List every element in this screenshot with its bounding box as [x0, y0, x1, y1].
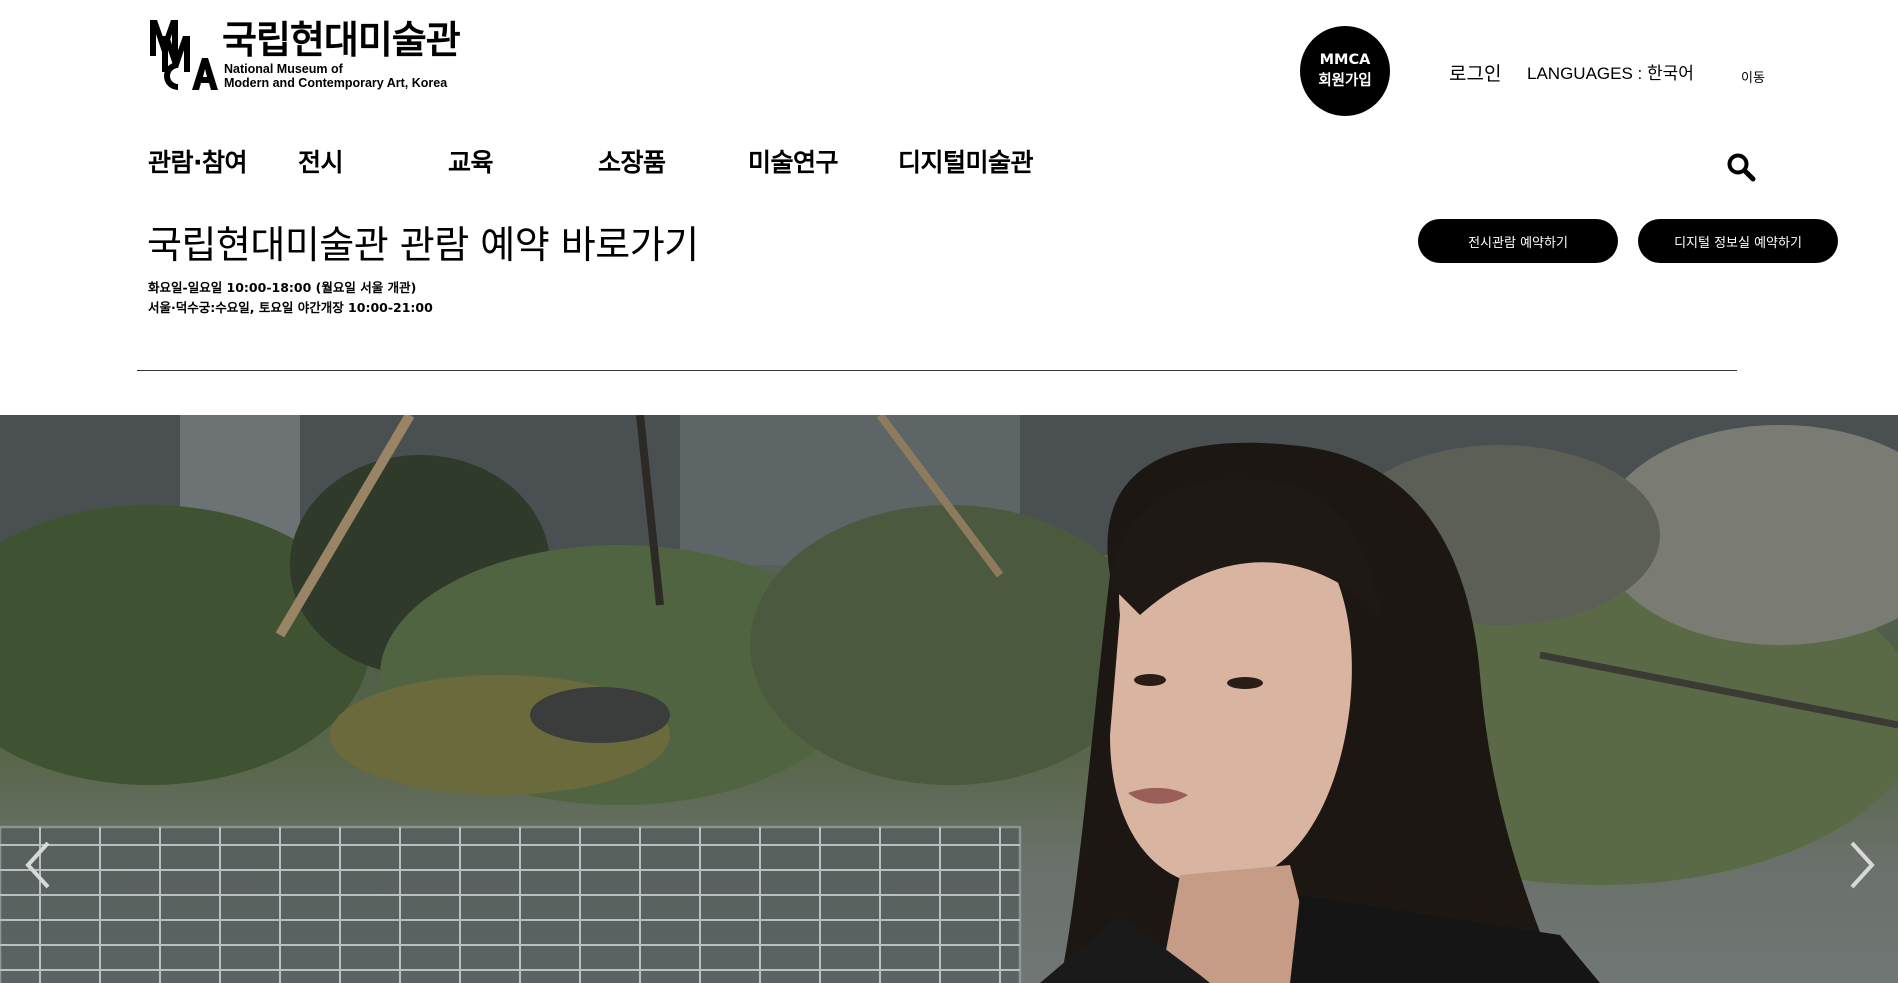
gnb-item-collection[interactable]: 소장품	[598, 146, 666, 180]
logo-english-line2: Modern and Contemporary Art, Korea	[224, 76, 448, 90]
night-opening-hours: 서울·덕수궁:수요일, 토요일 야간개장 10:00-21:00	[148, 300, 433, 315]
membership-signup-button[interactable]: MMCA 회원가입	[1300, 26, 1390, 116]
exhibition-reservation-button[interactable]: 전시관람 예약하기	[1418, 219, 1618, 263]
gnb-item-visit[interactable]: 관람·참여	[148, 146, 248, 180]
languages-value: 한국어	[1646, 64, 1694, 84]
languages-label: LANGUAGES :	[1527, 64, 1647, 83]
digital-library-reservation-button[interactable]: 디지털 정보실 예약하기	[1638, 219, 1838, 263]
site-logo[interactable]: 국립현대미술관 National Museum of Modern and Co…	[148, 18, 468, 92]
hero-video-frame	[0, 415, 1898, 983]
login-link[interactable]: 로그인	[1449, 62, 1501, 86]
hero-carousel[interactable]	[0, 415, 1898, 983]
membership-line1: MMCA	[1319, 52, 1371, 68]
section-divider	[137, 370, 1737, 371]
opening-hours: 화요일-일요일 10:00-18:00 (월요일 서울 개관)	[148, 280, 417, 295]
gnb-item-digital[interactable]: 디지털미술관	[898, 146, 1034, 180]
mmca-logo-mark-icon	[150, 20, 218, 90]
reservation-title: 국립현대미술관 관람 예약 바로가기	[147, 223, 699, 267]
language-go-button[interactable]: 이동	[1741, 67, 1765, 91]
gnb-item-education[interactable]: 교육	[448, 146, 494, 180]
gnb-item-research[interactable]: 미술연구	[748, 146, 839, 180]
search-icon[interactable]	[1726, 152, 1756, 182]
membership-line2: 회원가입	[1318, 73, 1372, 89]
logo-korean-name: 국립현대미술관	[222, 18, 461, 62]
logo-english-line1: National Museum of	[224, 62, 343, 76]
carousel-prev-button[interactable]	[18, 835, 58, 895]
carousel-next-button[interactable]	[1842, 835, 1882, 895]
logo-english-name: National Museum of Modern and Contempora…	[224, 62, 447, 90]
language-selector[interactable]: LANGUAGES : 한국어	[1527, 62, 1694, 86]
gnb-item-exhibitions[interactable]: 전시	[298, 146, 344, 180]
